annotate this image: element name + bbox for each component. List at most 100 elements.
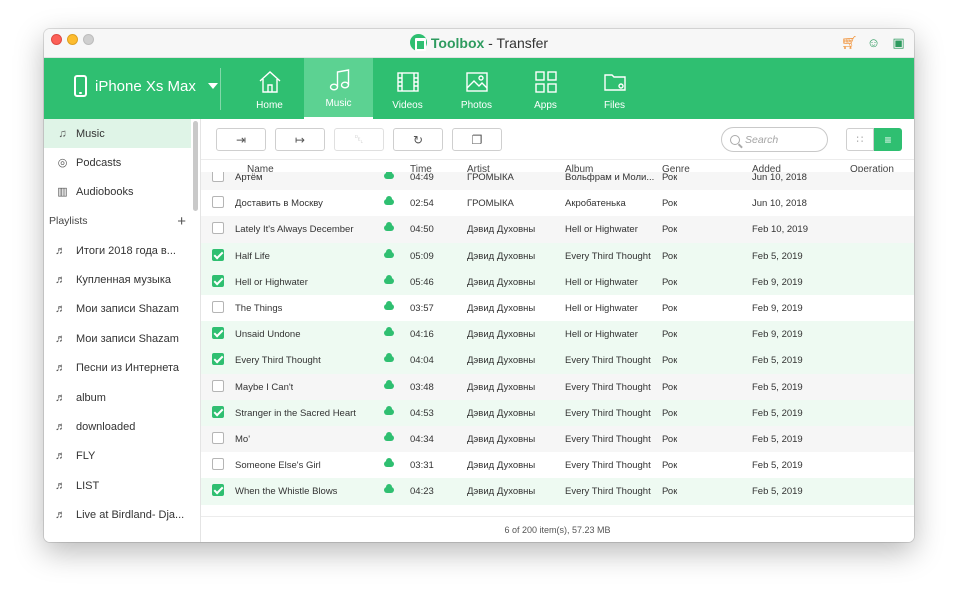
add-playlist-icon[interactable]: + bbox=[177, 213, 186, 230]
row-checkbox[interactable] bbox=[212, 222, 224, 235]
table-row[interactable]: Доставить в Москву 02:54 ГРОМЫКА Акробатень… bbox=[201, 190, 914, 216]
playlist-item[interactable]: ♬ album bbox=[44, 383, 200, 412]
app-header: iPhone Xs Max Home Music Videos Photos A… bbox=[44, 58, 914, 119]
sidebar-item-podcasts[interactable]: ◎ Podcasts bbox=[44, 148, 200, 177]
track-album: Every Third Thought bbox=[565, 460, 651, 472]
row-checkbox[interactable] bbox=[212, 484, 224, 497]
playlist-item[interactable]: ♬ Песни из Интернета bbox=[44, 354, 200, 383]
row-checkbox[interactable] bbox=[212, 353, 224, 366]
nav-tab-home[interactable]: Home bbox=[235, 58, 304, 119]
track-artist: Дэвид Духовны bbox=[467, 434, 536, 445]
import-icon: ⇥ bbox=[235, 132, 247, 147]
grid-view-button[interactable]: ∷ bbox=[846, 128, 874, 151]
row-checkbox[interactable] bbox=[212, 196, 224, 209]
sidebar-item-music[interactable]: ♫ Music bbox=[44, 119, 191, 148]
nav-tab-photos[interactable]: Photos bbox=[442, 58, 511, 119]
track-time: 04:23 bbox=[410, 486, 434, 498]
row-checkbox[interactable] bbox=[212, 405, 224, 418]
track-artist: Дэвид Духовны bbox=[467, 303, 536, 314]
table-row[interactable]: Every Third Thought 04:04 Дэвид Духовны Eve… bbox=[201, 347, 914, 374]
search-placeholder: Search bbox=[745, 133, 779, 146]
nav-tab-videos[interactable]: Videos bbox=[373, 58, 442, 119]
cloud-icon bbox=[384, 353, 394, 363]
table-row[interactable]: Mo' 04:34 Дэвид Духовны Every Third Thought… bbox=[201, 426, 914, 453]
playlist-item[interactable]: ♬ Купленная музыка bbox=[44, 265, 200, 294]
cart-icon[interactable]: 🛒︎ bbox=[841, 35, 858, 50]
table-row[interactable]: Maybe I Can't 03:48 Дэвид Духовны Every Thi… bbox=[201, 373, 914, 400]
header-divider bbox=[220, 68, 221, 110]
playlist-item[interactable]: ♬ Мои записи Shazam bbox=[44, 295, 200, 324]
track-name: Mo' bbox=[235, 434, 251, 445]
playlist-item[interactable]: ♬ LIST bbox=[44, 471, 200, 500]
track-genre: Рок bbox=[662, 355, 678, 367]
track-added: Jun 10, 2018 bbox=[752, 172, 807, 183]
row-checkbox[interactable] bbox=[212, 379, 224, 392]
nav-tab-label: Photos bbox=[460, 100, 493, 111]
table-row[interactable]: The Things 03:57 Дэвид Духовны Hell or High… bbox=[201, 295, 914, 321]
track-time: 03:57 bbox=[410, 303, 434, 314]
import-button[interactable]: ⇥ bbox=[216, 128, 266, 151]
track-added: Feb 10, 2019 bbox=[752, 224, 808, 236]
playlist-item[interactable]: ♬ FLY bbox=[44, 442, 200, 471]
table-row[interactable]: Someone Else's Girl 03:31 Дэвид Духовны Eve… bbox=[201, 452, 914, 478]
table-row[interactable]: Stranger in the Sacred Heart 04:53 Дэвид Д… bbox=[201, 399, 914, 426]
list-view-button[interactable]: ≡ bbox=[874, 128, 902, 151]
nav-tab-label: Videos bbox=[392, 100, 423, 111]
track-genre: Рок bbox=[662, 460, 678, 472]
nav-tab-files[interactable]: Files bbox=[580, 58, 649, 119]
table-row[interactable]: When the Whistle Blows 04:23 Дэвид Духовны… bbox=[201, 478, 914, 505]
playlist-icon: ♬ bbox=[55, 303, 66, 316]
row-checkbox[interactable] bbox=[212, 301, 224, 313]
row-checkbox[interactable] bbox=[212, 172, 224, 182]
playlist-item[interactable]: ♬ Мои записи Shazam bbox=[44, 324, 200, 353]
row-checkbox[interactable] bbox=[212, 274, 224, 287]
refresh-button[interactable]: ↻ bbox=[393, 128, 443, 151]
sidebar-item-label: Podcasts bbox=[76, 156, 122, 169]
search-input[interactable]: Search bbox=[721, 127, 828, 152]
row-checkbox[interactable] bbox=[212, 248, 224, 261]
delete-button[interactable]: ␡ bbox=[334, 128, 384, 151]
track-name: Lately It's Always December bbox=[235, 224, 354, 236]
track-genre: Рок bbox=[662, 276, 678, 288]
table-row[interactable]: Hell or Highwater 05:46 Дэвид Духовны Hell … bbox=[201, 268, 914, 295]
row-checkbox[interactable] bbox=[212, 458, 224, 471]
nav-tab-music[interactable]: Music bbox=[304, 58, 373, 119]
playlist-label: Купленная музыка bbox=[76, 274, 171, 287]
row-checkbox[interactable] bbox=[212, 432, 224, 444]
track-time: 04:16 bbox=[410, 329, 434, 341]
table-row[interactable]: Lately It's Always December 04:50 Дэвид Ду… bbox=[201, 216, 914, 243]
cloud-icon bbox=[384, 484, 394, 494]
toolbox-logo-icon bbox=[409, 34, 427, 51]
cloud-icon bbox=[384, 172, 394, 179]
dedupe-button[interactable]: ❐ bbox=[452, 128, 502, 151]
titlebar-actions: 🛒︎ ☺︎ ▣ bbox=[841, 35, 906, 50]
cloud-icon bbox=[384, 248, 394, 258]
track-artist: ГРОМЫКА bbox=[467, 198, 514, 210]
refresh-icon: ↻ bbox=[412, 132, 424, 147]
track-album: Every Third Thought bbox=[565, 434, 651, 445]
playlist-item[interactable]: ♬ Итоги 2018 года в... bbox=[44, 236, 200, 265]
track-added: Feb 5, 2019 bbox=[752, 486, 803, 498]
playlists-label: Playlists bbox=[49, 215, 88, 227]
export-button[interactable]: ↦ bbox=[275, 128, 325, 151]
cloud-icon bbox=[384, 274, 394, 284]
inbox-icon[interactable]: ▣ bbox=[891, 35, 906, 50]
playlist-item[interactable]: ♬ Live at Birdland- Dja... bbox=[44, 501, 200, 530]
user-icon[interactable]: ☺︎ bbox=[866, 35, 881, 50]
track-album: Акробатенька bbox=[565, 198, 626, 210]
sidebar-item-label: Audiobooks bbox=[76, 185, 134, 198]
table-row[interactable]: Half Life 05:09 Дэвид Духовны Every Third T… bbox=[201, 242, 914, 269]
sidebar-item-audiobooks[interactable]: ▥ Audiobooks bbox=[44, 177, 200, 206]
row-checkbox[interactable] bbox=[212, 327, 224, 340]
table-row[interactable]: Unsaid Undone 04:16 Дэвид Духовны Hell or H… bbox=[201, 321, 914, 348]
sidebar-item-label: Music bbox=[76, 127, 105, 140]
table-row[interactable]: Артём 04:49 ГРОМЫКА Вольфрам и Моли... Рок Ju… bbox=[201, 172, 914, 191]
main-nav: Home Music Videos Photos Apps Files bbox=[235, 58, 649, 119]
device-selector[interactable]: iPhone Xs Max bbox=[74, 75, 218, 97]
nav-tab-apps[interactable]: Apps bbox=[511, 58, 580, 119]
playlist-label: downloaded bbox=[76, 421, 136, 434]
playlist-item[interactable]: ♬ downloaded bbox=[44, 412, 200, 441]
track-added: Feb 9, 2019 bbox=[752, 276, 803, 288]
sidebar: ♫ Music ◎ Podcasts ▥ Audiobooks Playlist… bbox=[44, 119, 201, 542]
track-album: Вольфрам и Моли... bbox=[565, 172, 655, 183]
